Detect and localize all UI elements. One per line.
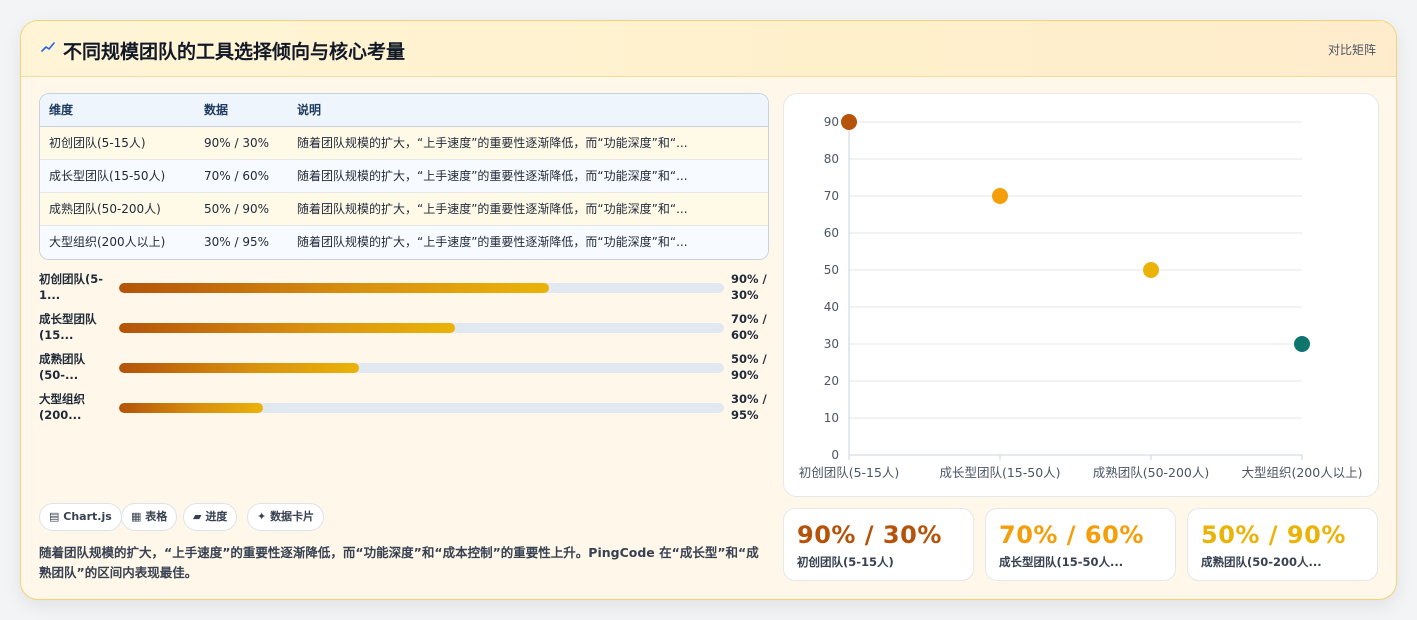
table-cell: 30% / 95% (204, 235, 270, 249)
table-header: 维度 数据 说明 (40, 94, 768, 127)
table-cell: 成熟团队(50-200人) (49, 202, 161, 216)
chip-table[interactable]: ▦ 表格 (121, 503, 178, 531)
table-cell: 大型组织(200人以上) (49, 235, 166, 249)
progress-fill (119, 323, 455, 333)
progress-track (119, 323, 724, 333)
column-header: 维度 (49, 103, 74, 117)
progress-icon: ▰ (193, 510, 202, 523)
y-tick-label: 10 (824, 411, 839, 425)
stat-value: 90% / 30% (797, 521, 942, 549)
x-tick-label: 大型组织(200人以上) (1241, 465, 1362, 480)
table-cell: 随着团队规模的扩大，“上手速度”的重要性逐渐降低，而“功能深度”和“... (297, 136, 688, 150)
progress-row: 成熟团队(50-... 50% / 90% (39, 351, 769, 387)
table-row: 成长型团队(15-50人) 70% / 60% 随着团队规模的扩大，“上手速度”… (40, 160, 768, 193)
trend-icon (41, 42, 55, 52)
progress-label: 大型组织(200... (39, 392, 85, 422)
chip-label: Chart.js (63, 510, 112, 523)
chip-label: 进度 (205, 510, 228, 523)
y-tick-label: 50 (824, 263, 839, 277)
x-tick-label: 成长型团队(15-50人) (939, 465, 1060, 480)
page-title: 不同规模团队的工具选择倾向与核心考量 (63, 41, 406, 63)
progress-value: 90% / 30% (731, 272, 767, 302)
table-icon: ▦ (131, 510, 142, 523)
x-tick-label: 成熟团队(50-200人) (1093, 465, 1210, 480)
progress-row: 大型组织(200... 30% / 95% (39, 391, 769, 427)
comparison-card: 不同规模团队的工具选择倾向与核心考量 对比矩阵 维度 数据 说明 初创团队(5-… (20, 20, 1397, 600)
y-tick-label: 70 (824, 189, 839, 203)
table-row: 初创团队(5-15人) 90% / 30% 随着团队规模的扩大，“上手速度”的重… (40, 127, 768, 160)
progress-fill (119, 363, 360, 373)
table-cell: 70% / 60% (204, 169, 270, 183)
y-tick-label: 0 (831, 448, 839, 462)
table-cell: 随着团队规模的扩大，“上手速度”的重要性逐渐降低，而“功能深度”和“... (297, 235, 688, 249)
column-header: 说明 (297, 103, 322, 117)
chip-progress[interactable]: ▰ 进度 (183, 503, 238, 531)
scatter-chart: 0 10 20 30 40 50 60 70 80 90 初创团队(5-15人) 成长型团队(15-5… (799, 114, 1363, 480)
table-cell: 90% / 30% (204, 136, 270, 150)
table-row: 成熟团队(50-200人) 50% / 90% 随着团队规模的扩大，“上手速度”… (40, 193, 768, 226)
progress-fill (119, 283, 549, 293)
card-header: 不同规模团队的工具选择倾向与核心考量 对比矩阵 (21, 21, 1396, 77)
x-tick-label: 初创团队(5-15人) (799, 465, 900, 480)
summary-text: 随着团队规模的扩大，“上手速度”的重要性逐渐降低，而“功能深度”和“成本控制”的… (39, 545, 759, 580)
stat-label: 成长型团队(15-50人... (999, 555, 1124, 569)
y-tick-label: 80 (824, 152, 839, 166)
table-cell: 成长型团队(15-50人) (49, 169, 166, 183)
progress-track (119, 403, 724, 413)
progress-label: 成长型团队(15... (39, 312, 97, 342)
progress-row: 初创团队(5-1... 90% / 30% (39, 271, 769, 307)
sparkle-icon: ✦ (257, 510, 267, 523)
scatter-point (992, 188, 1008, 204)
chart-icon: ▤ (49, 510, 60, 523)
scatter-point (1143, 262, 1159, 278)
scatter-point (841, 114, 857, 130)
table-row: 大型组织(200人以上) 30% / 95% 随着团队规模的扩大，“上手速度”的… (40, 226, 768, 259)
view-mode-label[interactable]: 对比矩阵 (1328, 41, 1376, 58)
scatter-chart-panel: 0 10 20 30 40 50 60 70 80 90 初创团队(5-15人) 成长型团队(15-5… (783, 93, 1379, 497)
column-header: 数据 (204, 103, 229, 117)
progress-label: 成熟团队(50-... (39, 352, 85, 382)
progress-fill (119, 403, 263, 413)
scatter-point (1294, 336, 1310, 352)
progress-track (119, 363, 724, 373)
progress-value: 50% / 90% (731, 352, 767, 382)
y-tick-label: 60 (824, 226, 839, 240)
chip-data-card[interactable]: ✦ 数据卡片 (247, 503, 325, 531)
y-tick-label: 40 (824, 300, 839, 314)
progress-value: 30% / 95% (731, 392, 767, 422)
table-cell: 50% / 90% (204, 202, 270, 216)
progress-track (119, 283, 724, 293)
stat-card: 70% / 60% 成长型团队(15-50人... (985, 508, 1176, 581)
stat-card: 50% / 90% 成熟团队(50-200人... (1187, 508, 1378, 581)
table-cell: 初创团队(5-15人) (49, 136, 146, 150)
y-tick-label: 30 (824, 337, 839, 351)
stat-label: 成熟团队(50-200人... (1201, 555, 1322, 569)
progress-label: 初创团队(5-1... (39, 272, 104, 302)
stat-value: 50% / 90% (1201, 521, 1346, 549)
y-tick-label: 20 (824, 374, 839, 388)
table-cell: 随着团队规模的扩大，“上手速度”的重要性逐渐降低，而“功能深度”和“... (297, 202, 688, 216)
y-tick-label: 90 (824, 115, 839, 129)
progress-row: 成长型团队(15... 70% / 60% (39, 311, 769, 347)
table-cell: 随着团队规模的扩大，“上手速度”的重要性逐渐降低，而“功能深度”和“... (297, 169, 688, 183)
stat-card: 90% / 30% 初创团队(5-15人) (783, 508, 974, 581)
stat-value: 70% / 60% (999, 521, 1144, 549)
data-table: 维度 数据 说明 初创团队(5-15人) 90% / 30% 随着团队规模的扩大… (39, 93, 769, 260)
progress-value: 70% / 60% (731, 312, 767, 342)
chip-chartjs[interactable]: ▤ Chart.js (39, 503, 122, 531)
chip-label: 数据卡片 (270, 510, 315, 523)
stat-label: 初创团队(5-15人) (797, 555, 894, 569)
chip-label: 表格 (145, 510, 168, 523)
